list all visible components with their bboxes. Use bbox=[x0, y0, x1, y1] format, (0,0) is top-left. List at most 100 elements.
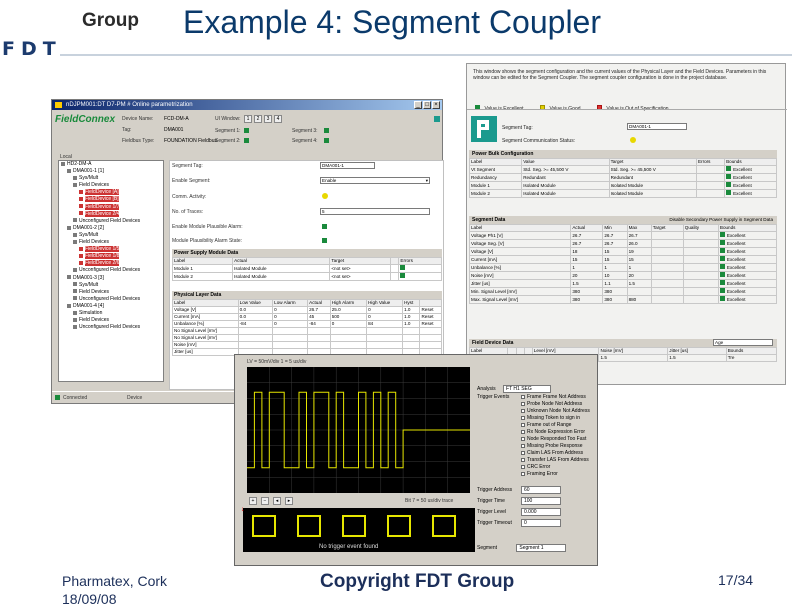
table-cell-text: Excellent bbox=[726, 273, 746, 278]
tree-item[interactable]: Sys/Mult bbox=[59, 282, 163, 289]
table-cell: 880 bbox=[626, 295, 652, 304]
psu-select[interactable]: <not set> bbox=[329, 264, 392, 273]
oscilloscope-window: LV = 50mV/div 1 = 5 us/div + − ◂ ▸ Bit 7… bbox=[234, 354, 598, 566]
checkbox-icon[interactable] bbox=[521, 408, 525, 413]
tree-item-label: Sys/Mult bbox=[79, 231, 99, 238]
tree-item[interactable]: FieldDevice 1/5 bbox=[59, 246, 163, 253]
trigger-time-input[interactable]: 100 bbox=[521, 497, 561, 505]
tree-item-label: Unconfigured Field Devices bbox=[79, 217, 141, 224]
pan-right-icon[interactable]: ▸ bbox=[285, 497, 293, 505]
trigger-option[interactable]: Missing Token to sign in bbox=[521, 415, 590, 422]
checkbox-icon[interactable] bbox=[521, 401, 525, 406]
analysis-select[interactable]: FT H1 SEG bbox=[503, 385, 552, 393]
traces-input[interactable]: 5 bbox=[320, 208, 430, 215]
checkbox-icon[interactable] bbox=[521, 450, 525, 455]
trigger-option[interactable]: Probe Node Not Address bbox=[521, 401, 590, 408]
zoom-out-icon[interactable]: − bbox=[261, 497, 269, 505]
tree-item[interactable]: Unconfigured Field Devices bbox=[59, 324, 163, 331]
checkbox-icon[interactable] bbox=[521, 457, 525, 462]
tree-item[interactable]: FieldDevice [A] bbox=[59, 189, 163, 196]
trigger-option[interactable]: Unknown Node Not Address bbox=[521, 408, 590, 415]
enable-module-alarm-checkbox[interactable] bbox=[322, 224, 327, 229]
trigger-option[interactable]: Node Responded Too Fast bbox=[521, 436, 590, 443]
trigger-option[interactable]: Frame out of Range bbox=[521, 422, 590, 429]
table-cell: Current [mA] bbox=[172, 313, 239, 321]
trigger-option[interactable]: Claim LAS From Address bbox=[521, 450, 590, 457]
tree-item[interactable]: Field Devices bbox=[59, 182, 163, 189]
psu-select[interactable]: <not set> bbox=[329, 272, 392, 281]
close-icon[interactable]: × bbox=[432, 101, 440, 109]
tree-item[interactable]: DMA001-3 [3] bbox=[59, 275, 163, 282]
dtm-window-titlebar[interactable]: nDJPM001:DT D7-PM # Online parametrizati… bbox=[52, 100, 442, 110]
scope-toolbar: + − ◂ ▸ Bit 7 = 50 us/div trace bbox=[235, 496, 475, 506]
ui-window-tab-2[interactable]: 2 bbox=[254, 115, 262, 123]
tree-item[interactable]: DMA001-2 [2] bbox=[59, 225, 163, 232]
tree-item[interactable]: Unconfigured Field Devices bbox=[59, 218, 163, 225]
page-number: 17/34 bbox=[718, 572, 754, 588]
table-cell: 0 bbox=[272, 306, 309, 314]
tree-item[interactable]: Sys/Mult bbox=[59, 175, 163, 182]
segment-tag-input[interactable]: DMA001-1 bbox=[627, 123, 687, 130]
segment-tag-input[interactable]: DMA001-1 bbox=[320, 162, 375, 169]
ui-window-tab-1[interactable]: 1 bbox=[244, 115, 252, 123]
tree-item[interactable]: Unconfigured Field Devices bbox=[59, 267, 163, 274]
trigger-address-input[interactable]: 60 bbox=[521, 486, 561, 494]
checkbox-icon[interactable] bbox=[521, 422, 525, 427]
table-cell: Reset bbox=[419, 313, 442, 321]
table-cell bbox=[650, 247, 684, 256]
device-tree[interactable]: HD2-DM-A DMA001-1 [1] Sys/Mult Field Device… bbox=[58, 160, 164, 382]
tree-item[interactable]: Simulation bbox=[59, 310, 163, 317]
trigger-option[interactable]: Frame Frame Not Address bbox=[521, 394, 590, 401]
column-header: High Value bbox=[366, 299, 404, 307]
zoom-in-icon[interactable]: + bbox=[249, 497, 257, 505]
field-device-select[interactable]: Age bbox=[713, 339, 773, 346]
tree-item[interactable]: FieldDevice 1/8 bbox=[59, 253, 163, 260]
tree-item-label: Simulation bbox=[79, 309, 103, 316]
maximize-icon[interactable]: □ bbox=[423, 101, 431, 109]
trigger-option[interactable]: CRC Error bbox=[521, 464, 590, 471]
trigger-option[interactable]: Transfer LAS From Address bbox=[521, 457, 590, 464]
tree-item[interactable]: Field Devices bbox=[59, 317, 163, 324]
tree-item[interactable]: Field Devices bbox=[59, 239, 163, 246]
column-header: Bounds bbox=[725, 347, 778, 355]
tree-item[interactable]: HD2-DM-A bbox=[59, 161, 163, 168]
tree-item[interactable]: FieldDevice [B] bbox=[59, 196, 163, 203]
scope-overview[interactable]: No trigger event found bbox=[243, 508, 475, 552]
trigger-option[interactable]: Rx Node Expression Error bbox=[521, 429, 590, 436]
tree-item[interactable]: FieldDevice 2/6 bbox=[59, 260, 163, 267]
pf-logo-icon bbox=[477, 120, 489, 138]
trigger-option[interactable]: Framing Error bbox=[521, 471, 590, 478]
table-cell: 1.5 bbox=[598, 354, 669, 362]
scope-trace-view[interactable] bbox=[247, 367, 470, 493]
pan-left-icon[interactable]: ◂ bbox=[273, 497, 281, 505]
tree-item[interactable]: Sys/Mult bbox=[59, 232, 163, 239]
config-intro: This window shows the segment configurat… bbox=[473, 69, 767, 81]
tree-item[interactable]: DMA001-1 [1] bbox=[59, 168, 163, 175]
checkbox-icon[interactable] bbox=[521, 429, 525, 434]
checkbox-icon[interactable] bbox=[521, 464, 525, 469]
tree-item[interactable]: FieldDevice 1/7 bbox=[59, 203, 163, 211]
tree-item[interactable]: FieldDevice 2/4 bbox=[59, 210, 163, 218]
tree-item[interactable]: DMA001-4 [4] bbox=[59, 303, 163, 310]
tree-item[interactable]: Unconfigured Field Devices bbox=[59, 296, 163, 303]
checkbox-icon[interactable] bbox=[521, 394, 525, 399]
checkbox-icon[interactable] bbox=[521, 436, 525, 441]
ui-window-tab-4[interactable]: 4 bbox=[274, 115, 282, 123]
trigger-option[interactable]: Missing Probe Response bbox=[521, 443, 590, 450]
enable-segment-select[interactable]: Enable ▾ bbox=[320, 177, 430, 184]
table-cell: Vt Segment bbox=[468, 165, 523, 174]
segment-select[interactable]: Segment 1 bbox=[516, 544, 567, 552]
checkbox-icon[interactable] bbox=[521, 471, 525, 476]
segment-2-status-icon bbox=[244, 138, 249, 143]
table-row: Noise [mV] 20 10 20 Excellent bbox=[468, 271, 778, 280]
checkbox-icon[interactable] bbox=[521, 415, 525, 420]
trigger-timeout-input[interactable]: 0 bbox=[521, 519, 561, 527]
table-cell bbox=[272, 327, 309, 335]
ui-window-tab-3[interactable]: 3 bbox=[264, 115, 272, 123]
tree-item[interactable]: Field Devices bbox=[59, 289, 163, 296]
trigger-level-input[interactable]: 0.000 bbox=[521, 508, 561, 516]
checkbox-icon[interactable] bbox=[521, 443, 525, 448]
ok-icon bbox=[726, 166, 732, 171]
minimize-icon[interactable]: _ bbox=[414, 101, 422, 109]
table-row: Current [mA] 0.0 0 45 500 0 1.0 Reset bbox=[172, 313, 442, 321]
